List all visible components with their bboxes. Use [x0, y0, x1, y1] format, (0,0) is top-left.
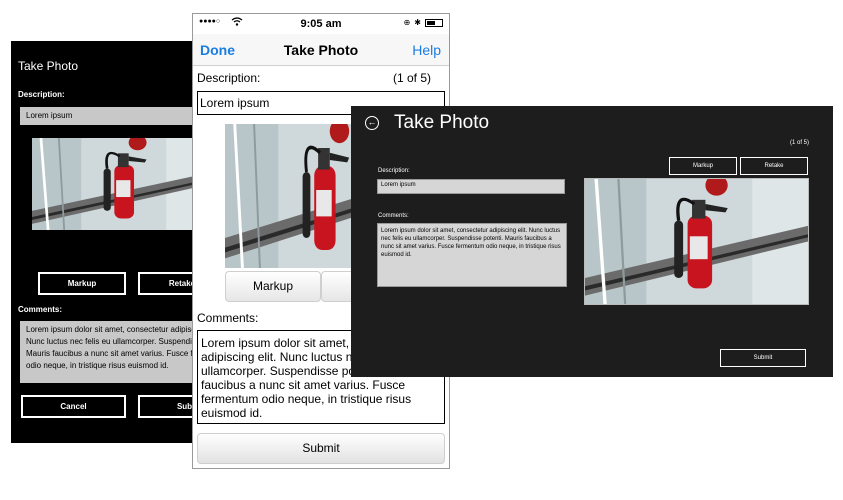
page-title: Take Photo [394, 112, 490, 133]
description-field[interactable]: Lorem ipsum [377, 179, 565, 194]
photo-counter: (1 of 5) [789, 140, 809, 146]
lock-rotation-icon: ⊕ [403, 18, 411, 27]
markup-button[interactable]: Markup [669, 157, 737, 175]
status-icons: ⊕ ✱ [404, 18, 443, 27]
battery-icon [425, 18, 443, 27]
comments-field[interactable]: Lorem ipsum dolor sit amet, consectetur … [20, 321, 211, 383]
status-bar: ●●●●○ 9:05 am ⊕ ✱ [193, 14, 449, 34]
comments-label: Comments: [378, 213, 409, 219]
description-label: Description: [197, 71, 261, 85]
description-label: Description: [18, 90, 65, 99]
back-arrow-icon[interactable]: ← [365, 116, 379, 130]
retake-button[interactable]: Retake [740, 157, 808, 175]
markup-button[interactable]: Markup [225, 271, 321, 302]
help-button[interactable]: Help [412, 42, 441, 58]
page-title: Take Photo [18, 59, 79, 73]
comments-line: Lorem ipsum dolor sit amet, consectetur … [26, 325, 207, 334]
navigation-bar: Take Photo Done Help [193, 34, 449, 66]
bluetooth-icon: ✱ [414, 18, 421, 27]
done-button[interactable]: Done [200, 42, 235, 58]
photo [32, 138, 211, 230]
photo-counter: (1 of 5) [392, 71, 431, 85]
markup-button[interactable]: Markup [38, 272, 126, 295]
comments-label: Comments: [18, 305, 63, 314]
comments-line: Mauris faucibus a nunc sit amet varius. … [26, 349, 198, 358]
comments-line: Nunc luctus nec felis eu ullamcorper. Su… [26, 337, 205, 346]
cancel-button[interactable]: Cancel [21, 395, 126, 418]
description-label: Description: [378, 168, 410, 174]
photo [584, 178, 809, 305]
comments-label: Comments: [197, 311, 259, 325]
photo-image [32, 138, 211, 230]
comments-line: odio neque, in tristique risus euismod i… [26, 361, 169, 370]
windows-app-screen: ← Take Photo (1 of 5) Markup Retake Desc… [351, 106, 833, 377]
photo-image [585, 179, 808, 304]
submit-button[interactable]: Submit [720, 349, 806, 367]
windows-phone-screen: Take Photo Description: Lorem ipsum Mark… [11, 41, 211, 443]
comments-field[interactable]: Lorem ipsum dolor sit amet, consectetur … [377, 223, 567, 287]
submit-button[interactable]: Submit [197, 433, 445, 464]
description-field[interactable]: Lorem ipsum [20, 107, 211, 125]
